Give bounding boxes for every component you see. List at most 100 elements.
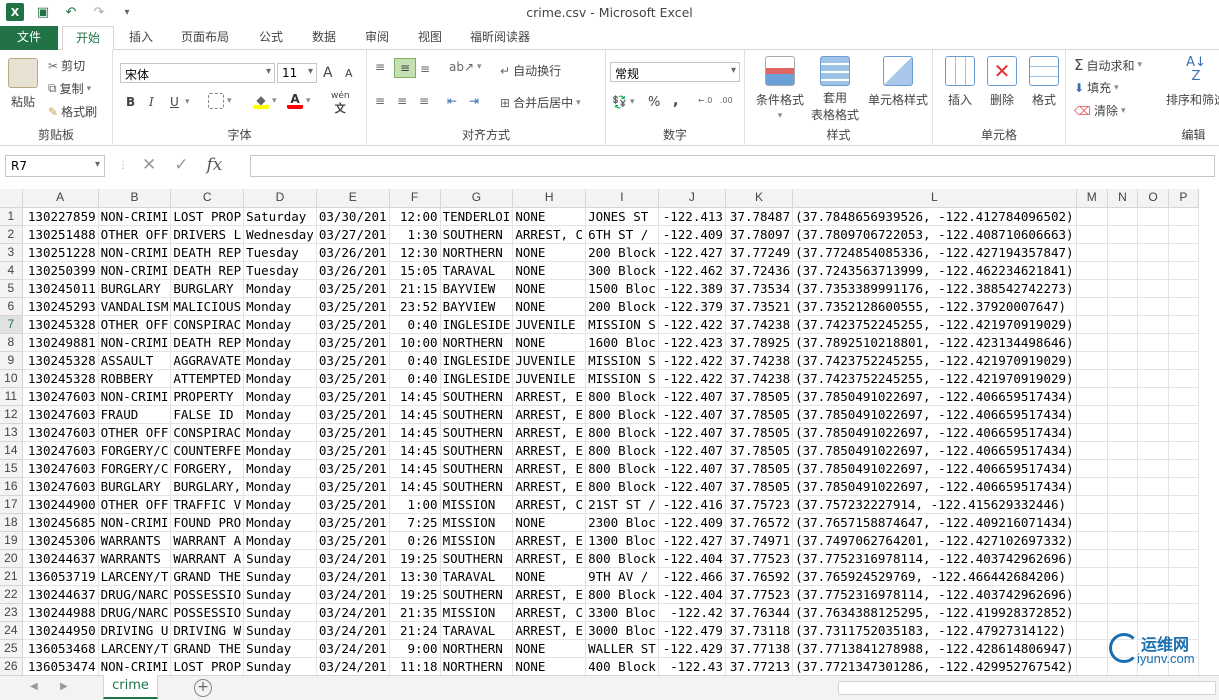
cell[interactable]: (37.7721347301286, -122.429952767542) [792, 657, 1077, 675]
cell[interactable]: -122.422 [658, 369, 726, 388]
cell[interactable]: 37.73521 [725, 297, 794, 316]
cell[interactable]: 130244950 [22, 621, 99, 640]
cell[interactable]: (37.7850491022697, -122.406659517434) [792, 441, 1077, 460]
cell[interactable]: 130247603 [22, 387, 99, 406]
cell[interactable]: 130247603 [22, 441, 99, 460]
add-sheet-icon[interactable]: + [194, 679, 212, 697]
cell[interactable]: 1300 Bloc [585, 531, 659, 550]
cell[interactable]: Monday [243, 495, 317, 514]
column-header-l[interactable]: L [792, 189, 1077, 208]
cell[interactable]: CONSPIRAC [170, 423, 245, 442]
cell[interactable]: OTHER OFF [98, 495, 172, 514]
cell[interactable]: 136053468 [22, 639, 99, 658]
cell[interactable] [1107, 279, 1139, 298]
cell[interactable]: Monday [243, 459, 317, 478]
cell[interactable]: SOUTHERN [440, 549, 514, 568]
cell[interactable]: SOUTHERN [440, 585, 514, 604]
cell[interactable]: POSSESSIO [170, 603, 245, 622]
cell[interactable] [1107, 405, 1139, 424]
cell[interactable]: NONE [512, 333, 587, 352]
cell[interactable]: FORGERY/C [98, 441, 172, 460]
cell[interactable]: SOUTHERN [440, 423, 514, 442]
cell[interactable]: TENDERLOI [440, 207, 514, 226]
cell[interactable]: TARAVAL [440, 621, 514, 640]
cell[interactable] [1137, 405, 1169, 424]
cell[interactable]: 1600 Bloc [585, 333, 659, 352]
cell[interactable]: DRIVING W [170, 621, 245, 640]
cell[interactable]: 03/27/201 [316, 225, 390, 244]
cell[interactable]: NON-CRIMI [98, 207, 172, 226]
cell[interactable]: 37.77523 [725, 585, 794, 604]
cell[interactable]: 300 Block [585, 261, 659, 280]
cell[interactable] [1168, 279, 1199, 298]
cell[interactable]: MISSION S [585, 369, 659, 388]
cell[interactable]: (37.7423752245255, -122.421970919029) [792, 369, 1077, 388]
cell[interactable]: ARREST, C [512, 603, 587, 622]
cell[interactable]: BURGLARY [98, 279, 172, 298]
cell[interactable]: 130245293 [22, 297, 99, 316]
cell[interactable]: -122.409 [658, 225, 726, 244]
cell[interactable] [1137, 207, 1169, 226]
cell[interactable]: ROBBERY [98, 369, 172, 388]
cell[interactable]: -122.427 [658, 531, 726, 550]
row-header[interactable]: 23 [0, 603, 23, 622]
cell[interactable]: NON-CRIMI [98, 261, 172, 280]
row-header[interactable]: 13 [0, 423, 23, 442]
cell[interactable] [1137, 351, 1169, 370]
cell[interactable] [1107, 531, 1139, 550]
cell[interactable]: 2300 Bloc [585, 513, 659, 532]
formula-input[interactable] [250, 155, 1215, 177]
cell[interactable]: BAYVIEW [440, 279, 514, 298]
cell[interactable] [1076, 297, 1108, 316]
cell[interactable]: 03/24/201 [316, 603, 390, 622]
cell[interactable]: 3000 Bloc [585, 621, 659, 640]
tab-page-layout[interactable]: 页面布局 [170, 26, 240, 50]
sheet-tab-crime[interactable]: crime [103, 675, 158, 699]
cell[interactable]: BURGLARY, [170, 477, 245, 496]
cell[interactable] [1137, 333, 1169, 352]
clear-button[interactable]: ⌫ 清除 ▾ [1074, 102, 1126, 119]
cell[interactable]: 200 Block [585, 243, 659, 262]
cell[interactable]: Monday [243, 333, 317, 352]
cell[interactable]: -122.407 [658, 423, 726, 442]
cell[interactable]: CONSPIRAC [170, 315, 245, 334]
cell[interactable]: -122.416 [658, 495, 726, 514]
tab-insert[interactable]: 插入 [118, 26, 164, 50]
cell[interactable]: 37.74971 [725, 531, 794, 550]
cell[interactable]: 9:00 [389, 639, 441, 658]
column-header-a[interactable]: A [22, 189, 99, 208]
cell[interactable] [1168, 423, 1199, 442]
cell[interactable] [1137, 495, 1169, 514]
cell[interactable]: LARCENY/T [98, 567, 172, 586]
cell[interactable]: SOUTHERN [440, 225, 514, 244]
column-header-i[interactable]: I [585, 189, 659, 208]
prev-sheet-icon[interactable]: ◀ [30, 681, 38, 692]
cell[interactable]: 03/24/201 [316, 585, 390, 604]
cell[interactable]: 10:00 [389, 333, 441, 352]
cell[interactable] [1137, 585, 1169, 604]
cell[interactable]: NONE [512, 207, 587, 226]
cell[interactable]: 03/24/201 [316, 657, 390, 675]
row-header[interactable]: 26 [0, 657, 23, 675]
cell[interactable]: Sunday [243, 567, 317, 586]
cell[interactable]: WARRANT A [170, 549, 245, 568]
cell[interactable]: DEATH REP [170, 261, 245, 280]
cell[interactable]: 130249881 [22, 333, 99, 352]
cell[interactable]: 13:30 [389, 567, 441, 586]
cell[interactable]: NONE [512, 243, 587, 262]
cell[interactable]: DRUG/NARC [98, 603, 172, 622]
cell[interactable] [1076, 351, 1108, 370]
cell[interactable]: NORTHERN [440, 639, 514, 658]
cell[interactable]: GRAND THE [170, 639, 245, 658]
cell[interactable]: WARRANT A [170, 531, 245, 550]
column-header-c[interactable]: C [170, 189, 245, 208]
cell[interactable]: 7:25 [389, 513, 441, 532]
cell[interactable]: -122.407 [658, 405, 726, 424]
decrease-indent-icon[interactable]: ⇤ [447, 94, 457, 108]
cell[interactable]: (37.7850491022697, -122.406659517434) [792, 477, 1077, 496]
cell[interactable]: 130251228 [22, 243, 99, 262]
cell[interactable] [1076, 531, 1108, 550]
cell[interactable]: 37.74238 [725, 315, 794, 334]
row-header[interactable]: 12 [0, 405, 23, 424]
cell[interactable]: 03/24/201 [316, 639, 390, 658]
